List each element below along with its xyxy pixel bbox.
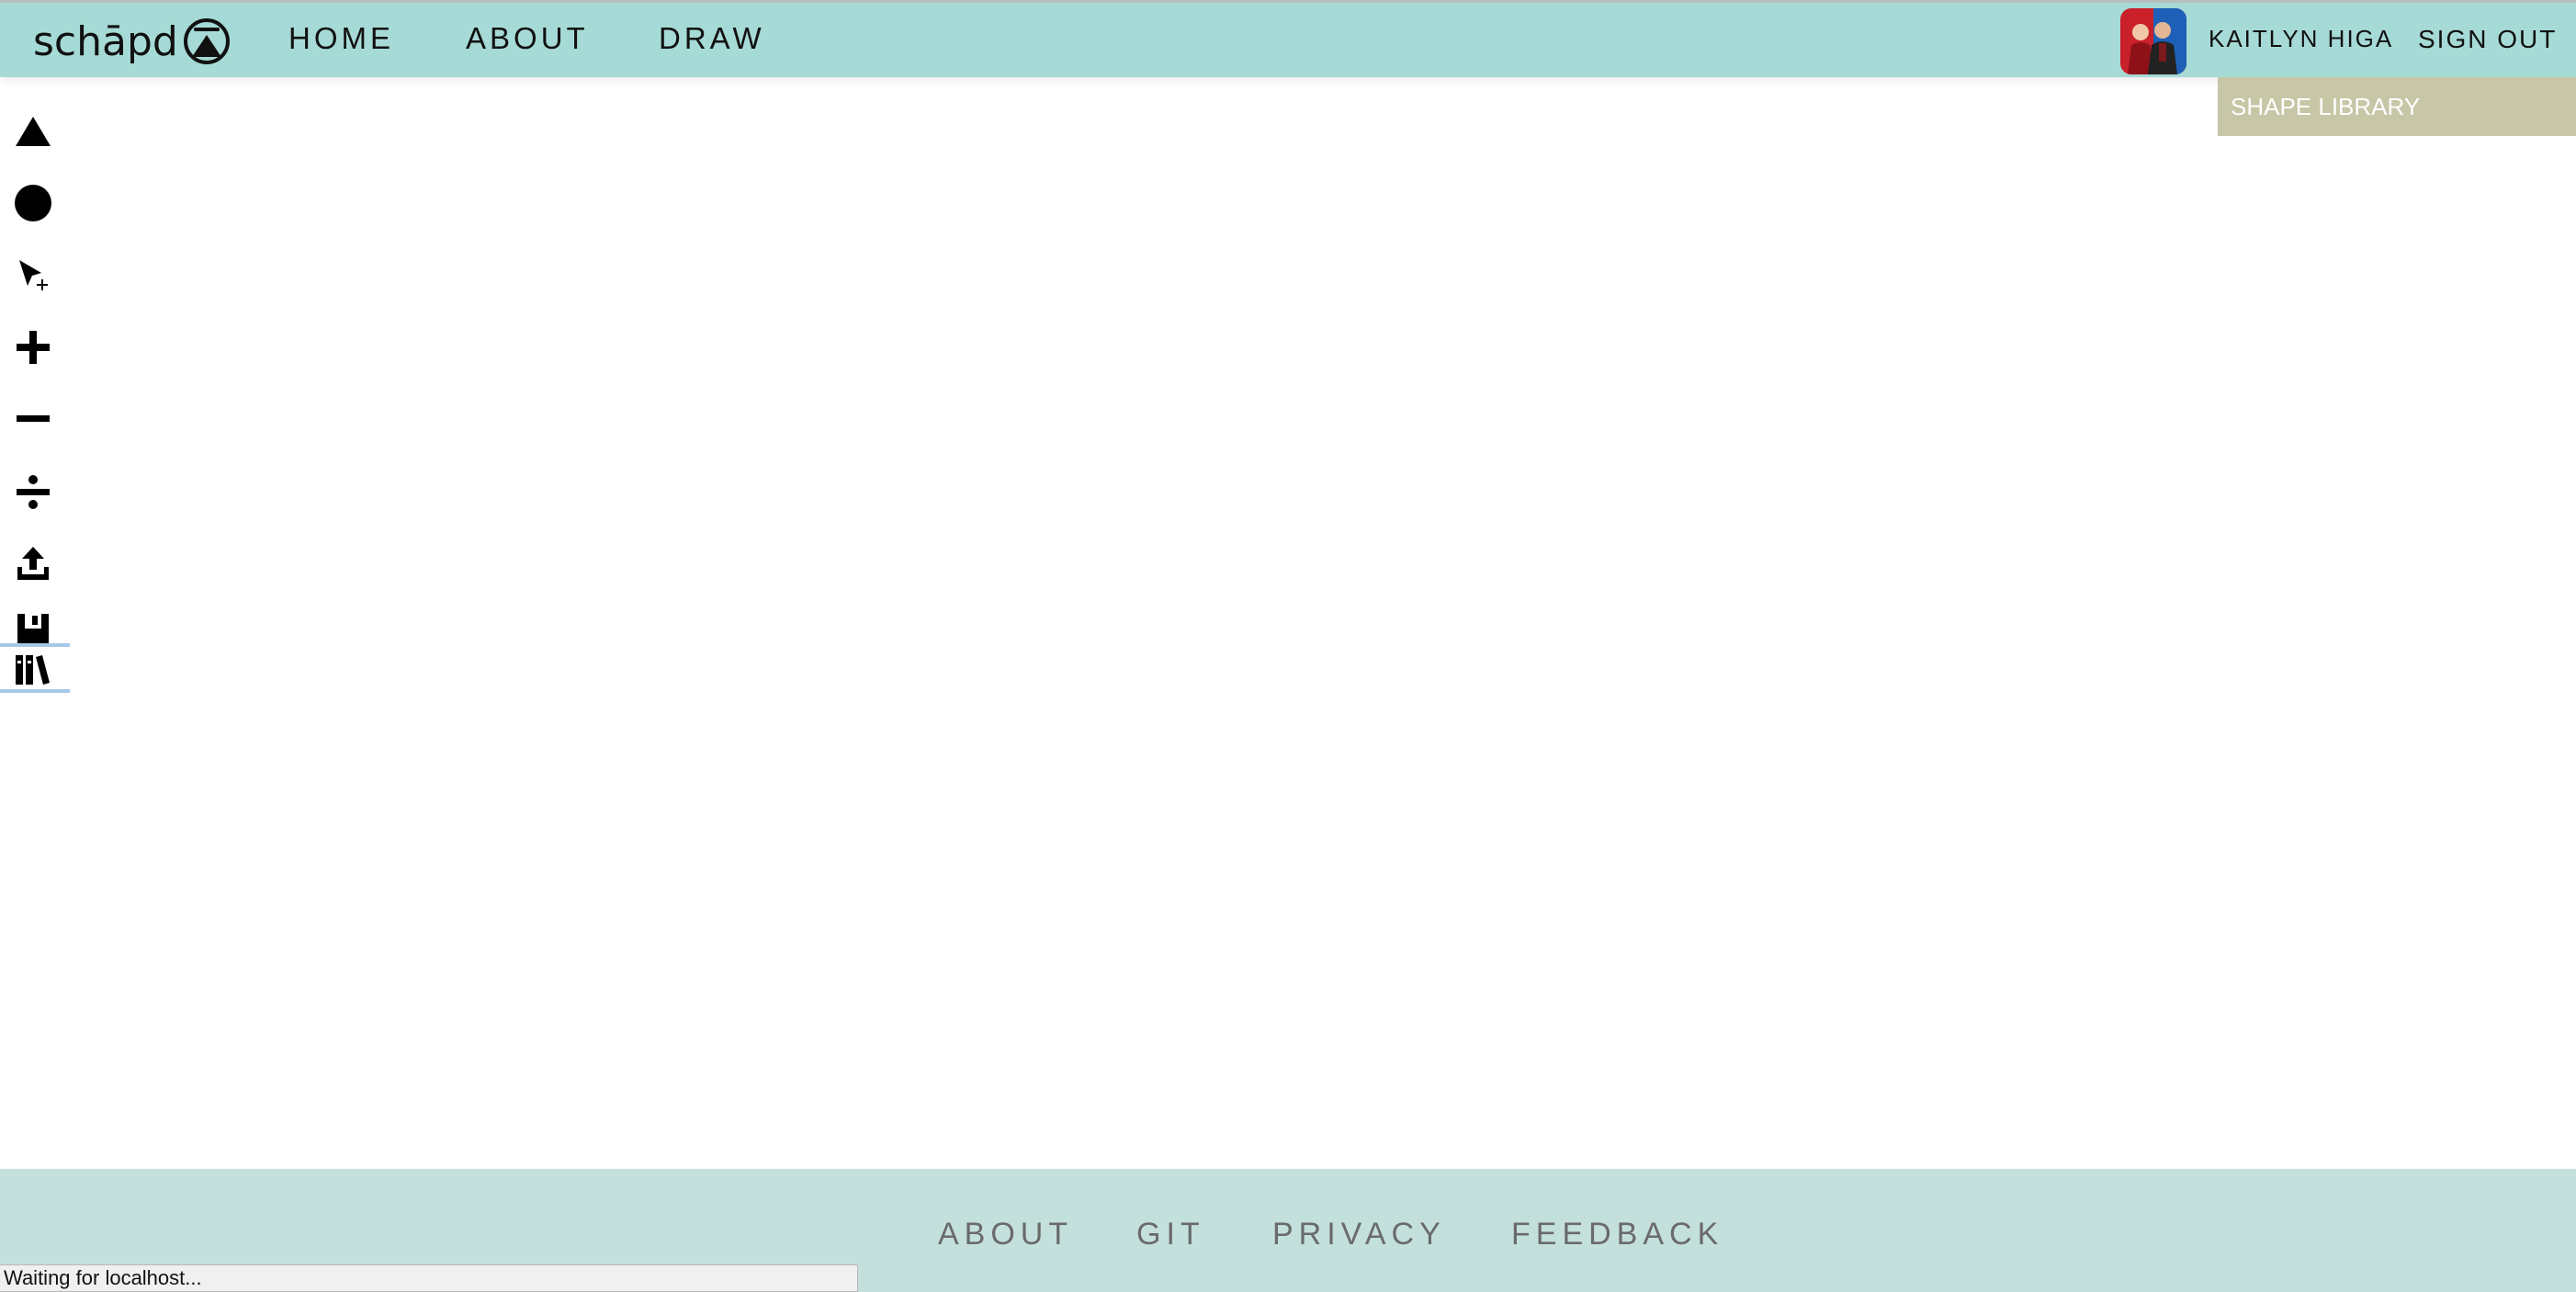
top-nav-bar: schāpd HOME ABOUT DRAW KAITLYN HIGA SIGN… xyxy=(0,0,2576,77)
plus-icon xyxy=(17,331,50,364)
browser-status-bar: Waiting for localhost... xyxy=(0,1264,858,1292)
circle-icon xyxy=(15,185,51,221)
nav-about-link[interactable]: ABOUT xyxy=(466,21,589,56)
footer-privacy-link[interactable]: PRIVACY xyxy=(1272,1217,1446,1252)
triangle-tool-button[interactable] xyxy=(9,108,57,155)
pointer-add-tool-button[interactable] xyxy=(9,252,57,300)
sign-out-link[interactable]: SIGN OUT xyxy=(2418,25,2557,54)
nav-home-link[interactable]: HOME xyxy=(288,21,394,56)
footer-about-link[interactable]: ABOUT xyxy=(938,1217,1073,1252)
avatar-image xyxy=(2120,8,2186,74)
pointer-add-icon xyxy=(19,260,48,290)
upload-icon xyxy=(17,547,49,580)
zoom-in-button[interactable] xyxy=(9,323,57,371)
footer-feedback-link[interactable]: FEEDBACK xyxy=(1511,1217,1723,1252)
footer-git-link[interactable]: GIT xyxy=(1136,1217,1205,1252)
zoom-out-button[interactable] xyxy=(9,395,57,443)
upload-button[interactable] xyxy=(9,539,57,587)
shape-library-tool-button[interactable] xyxy=(9,645,57,693)
minus-icon xyxy=(17,415,50,422)
triangle-icon xyxy=(16,117,51,146)
circle-tool-button[interactable] xyxy=(9,179,57,227)
library-icon xyxy=(16,655,50,685)
mountain-circle-icon xyxy=(183,18,230,64)
user-avatar[interactable] xyxy=(2120,8,2186,74)
shape-library-button[interactable]: SHAPE LIBRARY xyxy=(2218,77,2576,136)
divide-tool-button[interactable] xyxy=(9,468,57,516)
nav-draw-link[interactable]: DRAW xyxy=(659,21,765,56)
user-name[interactable]: KAITLYN HIGA xyxy=(2209,25,2393,53)
divide-icon xyxy=(17,475,50,509)
save-icon xyxy=(17,614,49,643)
brand-logo[interactable]: schāpd xyxy=(33,16,232,67)
logo-text: schāpd xyxy=(33,17,178,65)
